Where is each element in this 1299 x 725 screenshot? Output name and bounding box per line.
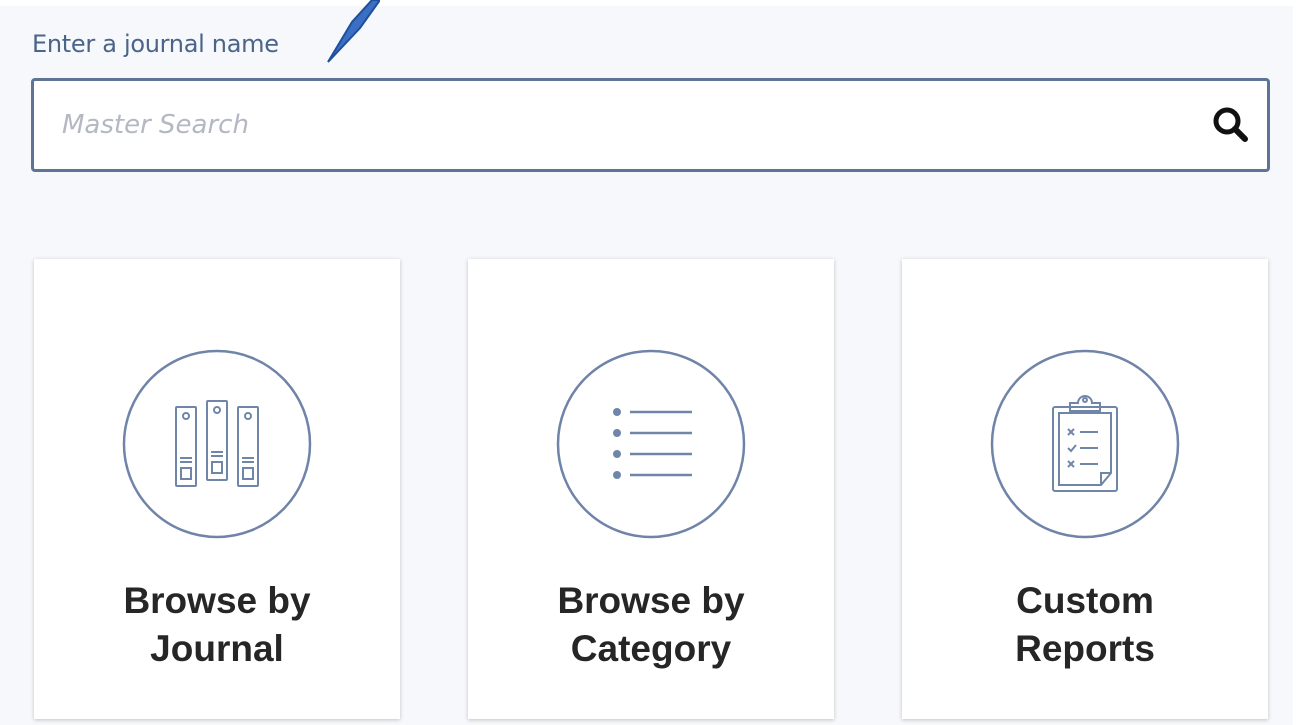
master-search-input[interactable] [62,81,1182,169]
list-icon [556,349,746,539]
search-label: Enter a journal name [32,30,279,58]
card-title-line: Journal [150,628,284,669]
browse-by-category-card[interactable]: Browse by Category [468,259,834,719]
binders-icon [122,349,312,539]
search-icon[interactable] [1209,103,1253,147]
card-title-line: Category [570,628,732,669]
card-title: Browse by Journal [34,577,400,673]
card-title-line: Browse by [123,580,311,621]
browse-by-journal-card[interactable]: Browse by Journal [34,259,400,719]
card-title-line: Browse by [557,580,745,621]
card-title-line: Custom [1016,580,1154,621]
clipboard-icon [990,349,1180,539]
card-title: Browse by Category [468,577,834,673]
custom-reports-card[interactable]: Custom Reports [902,259,1268,719]
card-title: Custom Reports [902,577,1268,673]
annotation-arrow-icon [327,0,380,63]
card-title-line: Reports [1015,628,1155,669]
master-search-box [31,78,1270,172]
